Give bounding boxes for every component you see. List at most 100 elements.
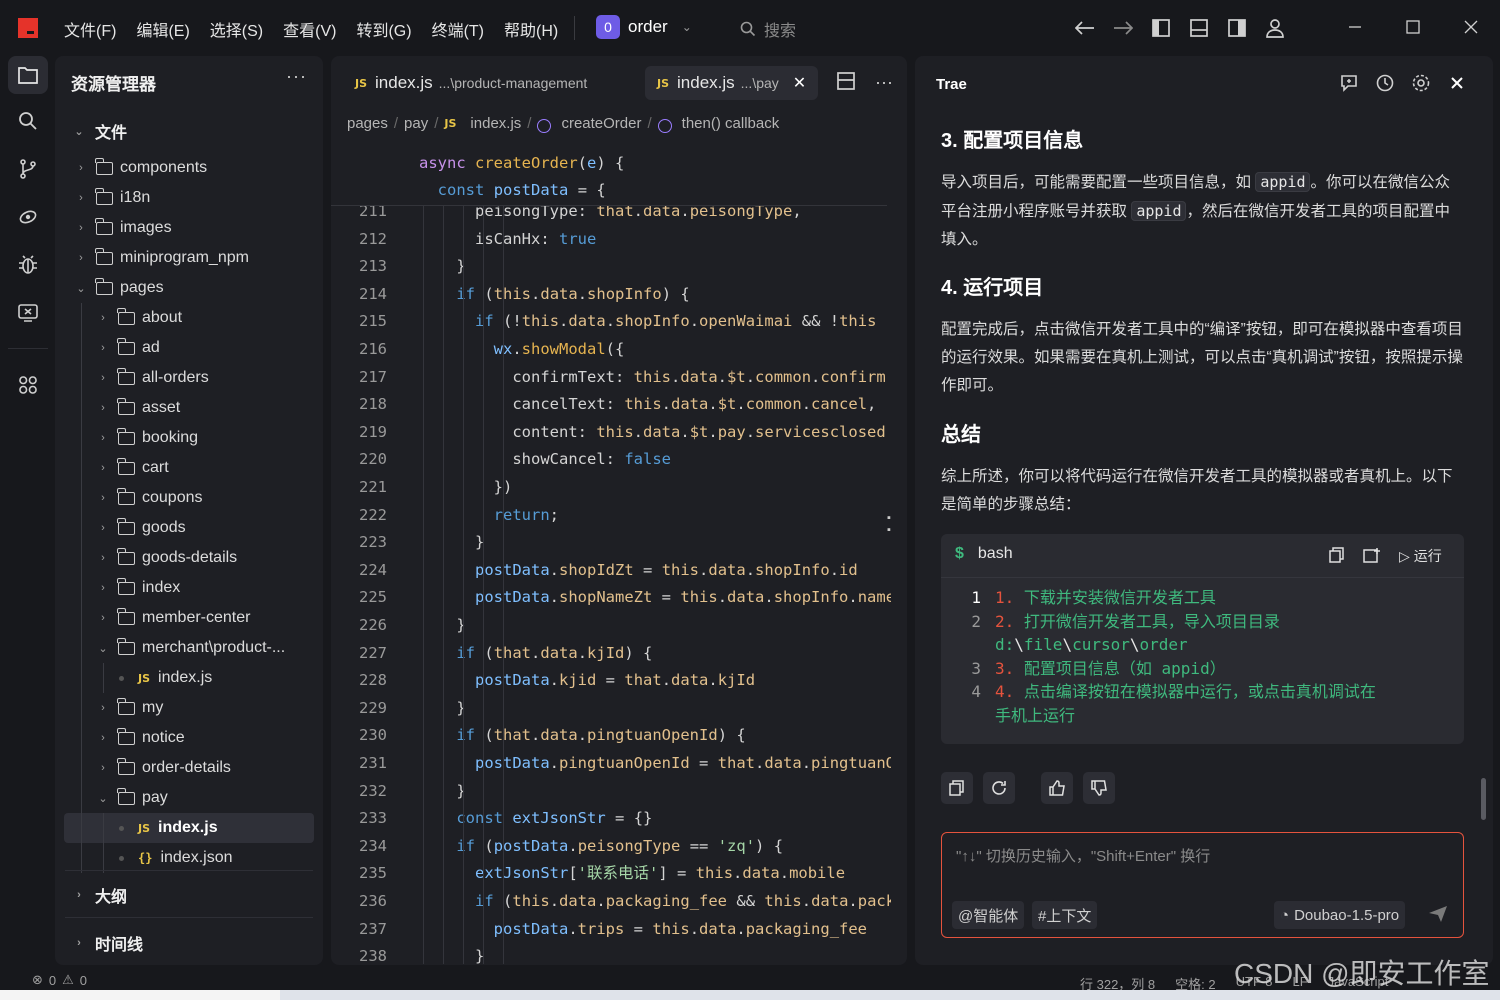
tree-folder[interactable]: › notice (55, 723, 323, 753)
context-chip[interactable]: #上下文 (1032, 901, 1098, 929)
code-line[interactable]: 224 postData.shopIdZt = this.data.shopIn… (331, 557, 891, 584)
code-line[interactable]: 230 if (that.data.pingtuanOpenId) { (331, 722, 891, 749)
command-search[interactable]: 搜索 (740, 17, 796, 41)
preview-icon[interactable] (8, 294, 48, 332)
arrow-right-icon[interactable] (1112, 14, 1134, 42)
code-line[interactable]: 235 extJsonStr['联系电话'] = this.data.mobil… (331, 860, 891, 887)
breadcrumb-item[interactable]: index.js (470, 115, 521, 132)
breadcrumb-item[interactable]: createOrder (561, 115, 641, 132)
tree-folder[interactable]: › my (55, 693, 323, 723)
tree-folder[interactable]: › goods (55, 513, 323, 543)
settings-icon[interactable] (1411, 73, 1431, 93)
code-line[interactable]: 217 confirmText: this.data.$t.common.con… (331, 364, 891, 391)
account-icon[interactable] (1264, 14, 1286, 42)
section-timeline[interactable]: › 时间线 (73, 931, 143, 955)
code-line[interactable]: 223 } (331, 529, 891, 556)
chat-scrollbar[interactable] (1481, 778, 1486, 820)
search-icon[interactable] (8, 102, 48, 140)
toggle-sidebar-left-icon[interactable] (1150, 14, 1172, 42)
maximize-icon[interactable] (1398, 12, 1428, 42)
code-line[interactable]: 229 } (331, 695, 891, 722)
code-line[interactable]: 221 }) (331, 474, 891, 501)
extensions-icon[interactable] (8, 366, 48, 404)
tree-folder[interactable]: › cart (55, 453, 323, 483)
code-line[interactable]: 231 postData.pingtuanOpenId = that.data.… (331, 750, 891, 777)
send-icon[interactable] (1428, 905, 1448, 928)
code-line[interactable]: 233 const extJsonStr = {} (331, 805, 891, 832)
tab-product-index-js[interactable]: JS index.js ...\product-management (355, 66, 587, 100)
code-line[interactable]: 237 postData.trips = this.data.packaging… (331, 916, 891, 943)
menu-help[interactable]: 帮助(H) (504, 17, 558, 41)
tree-folder[interactable]: › coupons (55, 483, 323, 513)
agent-chip[interactable]: @智能体 (952, 901, 1025, 929)
project-switcher[interactable]: 0 order ⌄ (596, 15, 692, 39)
tree-folder[interactable]: ⌄ pages (55, 273, 323, 303)
problems-indicator[interactable]: ⊗ 0 ⚠ 0 (32, 972, 87, 988)
tree-folder[interactable]: › index (55, 573, 323, 603)
breadcrumb-item[interactable]: pay (404, 115, 428, 132)
code-line[interactable]: 226 } (331, 612, 891, 639)
source-control-icon[interactable] (8, 150, 48, 188)
code-line[interactable]: 212 isCanHx: true (331, 226, 891, 253)
code-line[interactable]: 219 content: this.data.$t.pay.servicescl… (331, 419, 891, 446)
model-selector[interactable]: ◔ Doubao-1.5-pro (1274, 901, 1406, 929)
code-line[interactable]: 232 } (331, 778, 891, 805)
code-area[interactable]: async createOrder(e) { const postData = … (331, 148, 907, 965)
tree-folder[interactable]: › goods-details (55, 543, 323, 573)
debug-icon[interactable] (8, 246, 48, 284)
code-line[interactable]: 222 return; (331, 502, 891, 529)
tree-folder[interactable]: › all-orders (55, 363, 323, 393)
new-chat-icon[interactable] (1339, 73, 1359, 93)
tree-folder[interactable]: › asset (55, 393, 323, 423)
tree-folder[interactable]: › ad (55, 333, 323, 363)
more-icon[interactable]: ··· (875, 72, 893, 94)
menu-goto[interactable]: 转到(G) (356, 17, 411, 41)
explorer-icon[interactable] (8, 56, 48, 94)
copy-icon[interactable] (1329, 546, 1345, 566)
toggle-sidebar-right-icon[interactable] (1226, 14, 1248, 42)
menu-terminal[interactable]: 终端(T) (432, 17, 484, 41)
tree-folder[interactable]: › member-center (55, 603, 323, 633)
thumbs-up-icon[interactable] (1041, 772, 1073, 804)
insert-icon[interactable] (1363, 547, 1381, 566)
chat-input[interactable]: "↑↓" 切换历史输入，"Shift+Enter" 换行 @智能体 #上下文 ◔… (941, 832, 1464, 938)
tree-folder[interactable]: › i18n (55, 183, 323, 213)
menu-edit[interactable]: 编辑(E) (136, 17, 189, 41)
breadcrumb-item[interactable]: then() callback (682, 115, 780, 132)
tree-file[interactable]: JS index.js (55, 663, 323, 693)
code-line[interactable]: 236 if (this.data.packaging_fee && this.… (331, 888, 891, 915)
tab-pay-index-js[interactable]: JS index.js ...\pay ✕ (645, 66, 819, 100)
section-files[interactable]: ⌄ 文件 (73, 119, 127, 143)
tree-folder[interactable]: › booking (55, 423, 323, 453)
tree-folder[interactable]: › about (55, 303, 323, 333)
tree-folder[interactable]: › miniprogram_npm (55, 243, 323, 273)
tree-folder[interactable]: › components (55, 153, 323, 183)
minimize-icon[interactable] (1340, 12, 1370, 42)
refresh-icon[interactable] (983, 772, 1015, 804)
code-line[interactable]: 218 cancelText: this.data.$t.common.canc… (331, 391, 891, 418)
breadcrumb-item[interactable]: pages (347, 115, 388, 132)
tree-folder[interactable]: ⌄ merchant\product-... (55, 633, 323, 663)
tree-file[interactable]: {} index.json (55, 843, 323, 873)
run-button[interactable]: ▷ 运行 (1399, 546, 1442, 566)
toggle-panel-icon[interactable] (1188, 14, 1210, 42)
arrow-left-icon[interactable] (1074, 14, 1096, 42)
tree-folder[interactable]: › order-details (55, 753, 323, 783)
menu-view[interactable]: 查看(V) (283, 17, 336, 41)
tree-folder[interactable]: › images (55, 213, 323, 243)
history-icon[interactable] (1375, 73, 1395, 93)
thumbs-down-icon[interactable] (1083, 772, 1115, 804)
close-icon[interactable] (1456, 12, 1486, 42)
code-line[interactable]: 238 } (331, 943, 891, 965)
remote-icon[interactable] (8, 198, 48, 236)
code-line[interactable]: 227 if (that.data.kjId) { (331, 640, 891, 667)
menu-selection[interactable]: 选择(S) (210, 17, 263, 41)
code-line[interactable]: 228 postData.kjid = that.data.kjId (331, 667, 891, 694)
copy-icon[interactable] (941, 772, 973, 804)
code-line[interactable]: 216 wx.showModal({ (331, 336, 891, 363)
section-outline[interactable]: › 大纲 (73, 883, 127, 907)
more-actions-icon[interactable]: ··· (286, 66, 307, 87)
code-line[interactable]: 234 if (postData.peisongType == 'zq') { (331, 833, 891, 860)
close-tab-icon[interactable]: ✕ (793, 73, 806, 93)
code-line[interactable]: 220 showCancel: false (331, 446, 891, 473)
